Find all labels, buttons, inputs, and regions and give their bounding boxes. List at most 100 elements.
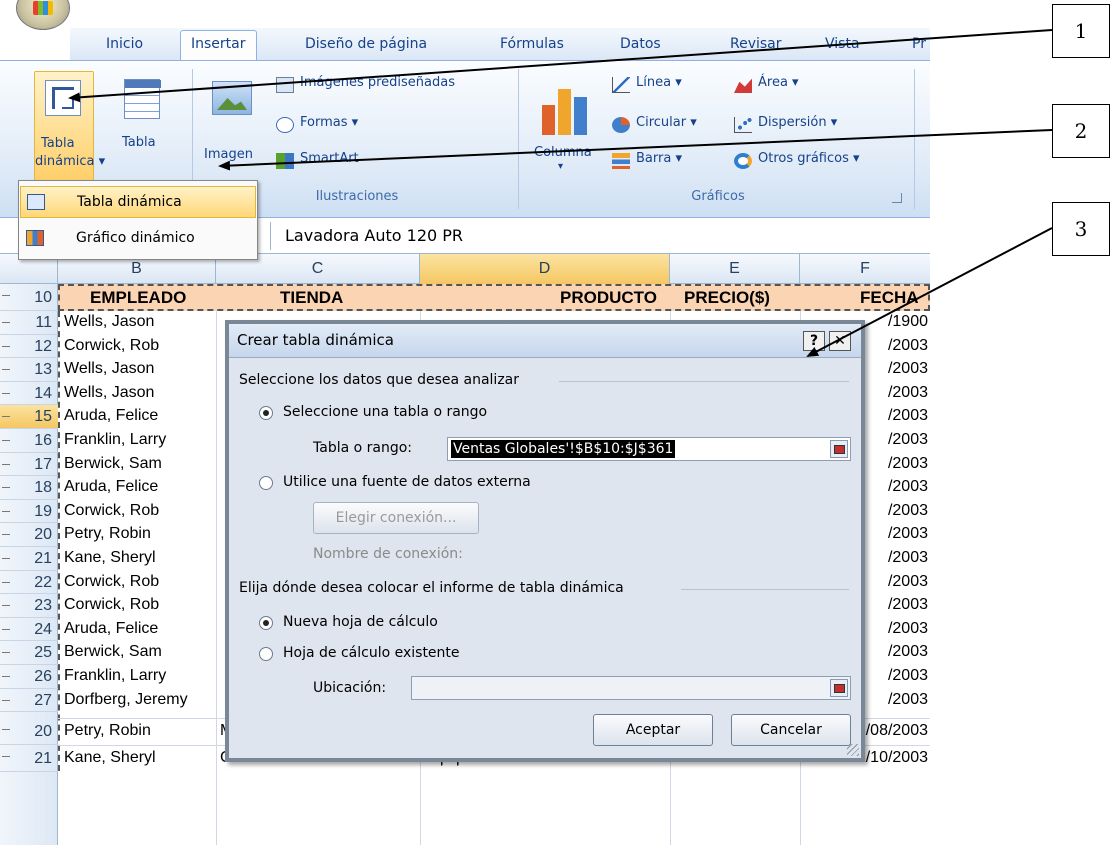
table-button[interactable]: Tabla	[108, 71, 168, 181]
cell-empleado[interactable]: Franklin, Larry	[64, 667, 166, 685]
row-header[interactable]: 13	[0, 358, 58, 382]
location-input[interactable]	[411, 676, 851, 700]
cell-fecha[interactable]: /2003	[888, 596, 928, 614]
close-button[interactable]: ✕	[829, 331, 851, 351]
header-fecha[interactable]: FECHA	[860, 288, 919, 308]
office-button[interactable]	[16, 0, 70, 30]
range-picker-icon[interactable]	[830, 440, 848, 458]
row-header[interactable]: 27	[0, 689, 58, 713]
smartart-button[interactable]: SmartArt	[276, 151, 396, 173]
cell-fecha[interactable]: /2003	[888, 620, 928, 638]
row-header[interactable]: 14	[0, 382, 58, 406]
row-header[interactable]: 12	[0, 335, 58, 359]
tab-more[interactable]: Pr	[912, 32, 926, 60]
cell-b[interactable]: Kane, Sheryl	[64, 749, 156, 767]
cell-fecha[interactable]: /2003	[888, 337, 928, 355]
cell-fecha[interactable]: /2003	[888, 455, 928, 473]
cell-fecha[interactable]: /2003	[888, 360, 928, 378]
ok-button[interactable]: Aceptar	[593, 714, 713, 746]
area-chart-button[interactable]: Área ▾	[734, 75, 844, 97]
cell-empleado[interactable]: Dorfberg, Jeremy	[64, 691, 188, 709]
tab-inicio[interactable]: Inicio	[106, 32, 143, 60]
row-header[interactable]: 15	[0, 405, 58, 429]
scatter-chart-button[interactable]: Dispersión ▾	[734, 115, 884, 137]
header-tienda[interactable]: TIENDA	[280, 288, 343, 308]
cell-fecha[interactable]: /2003	[888, 384, 928, 402]
cell-empleado[interactable]: Corwick, Rob	[64, 573, 159, 591]
bar-chart-button[interactable]: Barra ▾	[612, 151, 722, 173]
cell-empleado[interactable]: Corwick, Rob	[64, 337, 159, 355]
radio-new-sheet[interactable]	[259, 616, 273, 630]
cell-empleado[interactable]: Corwick, Rob	[64, 596, 159, 614]
cell-fecha[interactable]: /2003	[888, 549, 928, 567]
tab-diseno-pagina[interactable]: Diseño de página	[305, 32, 427, 60]
cell-fecha[interactable]: /2003	[888, 407, 928, 425]
pivot-table-button[interactable]: Tabla dinámica ▾	[34, 71, 105, 181]
location-picker-icon[interactable]	[830, 679, 848, 697]
column-header-f[interactable]: F	[800, 254, 930, 284]
radio-select-range[interactable]	[259, 406, 273, 420]
row-header[interactable]: 11	[0, 311, 58, 335]
cell-fecha[interactable]: /2003	[888, 431, 928, 449]
cell-empleado[interactable]: Wells, Jason	[64, 384, 154, 402]
row-header[interactable]: 23	[0, 594, 58, 618]
cell-fecha[interactable]: /2003	[888, 573, 928, 591]
cell-empleado[interactable]: Kane, Sheryl	[64, 549, 156, 567]
cell-empleado[interactable]: Aruda, Felice	[64, 407, 158, 425]
graficos-launcher-icon[interactable]	[892, 193, 902, 203]
row-header[interactable]: 21	[0, 745, 58, 773]
cell-fecha[interactable]: /2003	[888, 525, 928, 543]
cell-empleado[interactable]: Berwick, Sam	[64, 455, 162, 473]
column-header-e[interactable]: E	[670, 254, 800, 284]
tab-formulas[interactable]: Fórmulas	[500, 32, 564, 60]
line-chart-button[interactable]: Línea ▾	[612, 75, 722, 97]
help-button[interactable]: ?	[803, 331, 825, 351]
tab-vista[interactable]: Vista	[825, 32, 860, 60]
radio-external-source[interactable]	[259, 476, 273, 490]
cell-fecha[interactable]: /2003	[888, 502, 928, 520]
row-header[interactable]: 10	[0, 284, 58, 311]
header-empleado[interactable]: EMPLEADO	[90, 288, 186, 308]
tab-insertar[interactable]: Insertar	[180, 30, 257, 60]
row-header[interactable]: 26	[0, 665, 58, 689]
cell-empleado[interactable]: Aruda, Felice	[64, 478, 158, 496]
resize-grip-icon[interactable]	[847, 744, 859, 756]
other-charts-button[interactable]: Otros gráficos ▾	[734, 151, 904, 173]
radio-existing-sheet[interactable]	[259, 647, 273, 661]
cell-fecha[interactable]: /2003	[888, 643, 928, 661]
tab-datos[interactable]: Datos	[620, 32, 661, 60]
row-header[interactable]: 17	[0, 453, 58, 477]
row-header[interactable]: 22	[0, 571, 58, 595]
row-header[interactable]: 20	[0, 718, 58, 746]
menu-item-grafico-dinamico[interactable]: Gráfico dinámico	[20, 223, 256, 255]
row-header[interactable]: 21	[0, 547, 58, 571]
tab-revisar[interactable]: Revisar	[730, 32, 782, 60]
clipart-button[interactable]: Imágenes prediseñadas	[276, 75, 506, 97]
cell-b[interactable]: Petry, Robin	[64, 722, 151, 740]
row-header[interactable]: 19	[0, 500, 58, 524]
choose-connection-button[interactable]: Elegir conexión...	[313, 502, 479, 534]
cancel-button[interactable]: Cancelar	[731, 714, 851, 746]
cell-fecha[interactable]: /1900	[888, 313, 928, 331]
image-button[interactable]: Imagen	[198, 71, 264, 181]
row-header[interactable]: 16	[0, 429, 58, 453]
cell-empleado[interactable]: Petry, Robin	[64, 525, 151, 543]
cell-fecha[interactable]: /2003	[888, 478, 928, 496]
cell-fecha[interactable]: /2003	[888, 667, 928, 685]
cell-empleado[interactable]: Wells, Jason	[64, 313, 154, 331]
range-input[interactable]: Ventas Globales'!$B$10:$J$361	[447, 437, 851, 461]
shapes-button[interactable]: Formas ▾	[276, 115, 396, 137]
header-precio[interactable]: PRECIO($)	[684, 288, 770, 308]
column-header-d[interactable]: D	[420, 254, 670, 284]
cell-empleado[interactable]: Corwick, Rob	[64, 502, 159, 520]
row-header[interactable]: 24	[0, 618, 58, 642]
cell-empleado[interactable]: Aruda, Felice	[64, 620, 158, 638]
row-header[interactable]: 18	[0, 476, 58, 500]
pie-chart-button[interactable]: Circular ▾	[612, 115, 732, 137]
menu-item-tabla-dinamica[interactable]: Tabla dinámica	[20, 186, 256, 218]
cell-empleado[interactable]: Berwick, Sam	[64, 643, 162, 661]
column-chart-button[interactable]: Columna ▾	[528, 71, 602, 181]
header-producto[interactable]: PRODUCTO	[560, 288, 657, 308]
cell-empleado[interactable]: Franklin, Larry	[64, 431, 166, 449]
row-header[interactable]: 20	[0, 523, 58, 547]
